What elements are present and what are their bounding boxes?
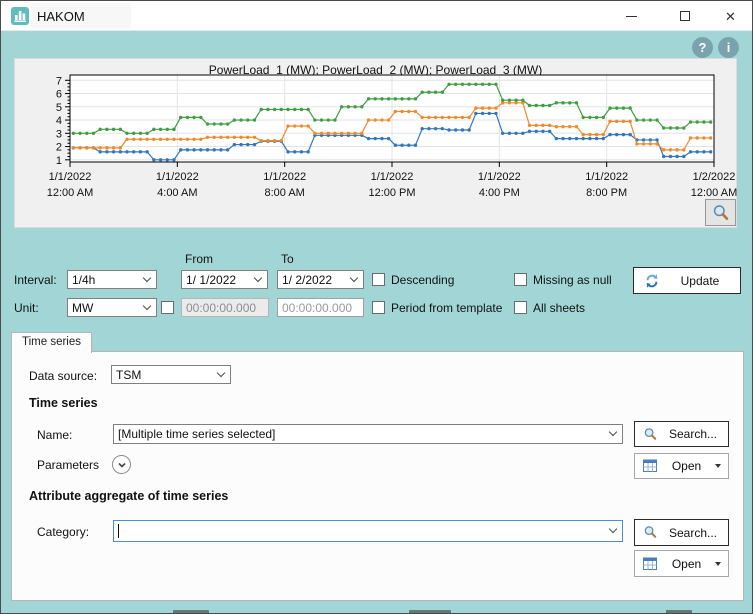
- refresh-arrows-icon: [644, 273, 660, 289]
- window-title: HAKOM: [37, 9, 85, 24]
- chart-panel: PowerLoad_1 (MW); PowerLoad_2 (MW); Powe…: [14, 58, 737, 228]
- chevron-down-icon: [609, 428, 617, 436]
- period-from-template-checkbox[interactable]: [372, 301, 385, 314]
- time-to-input[interactable]: 00:00:00.000: [277, 298, 364, 317]
- chevron-down-icon: [254, 273, 262, 281]
- time-enable-checkbox[interactable]: [161, 301, 174, 314]
- category-label: Category:: [37, 525, 89, 539]
- svg-text:12:00 AM: 12:00 AM: [47, 187, 93, 199]
- descending-checkbox[interactable]: [372, 273, 385, 286]
- interval-select[interactable]: 1/4h: [67, 270, 157, 289]
- svg-text:12:00 PM: 12:00 PM: [368, 187, 415, 199]
- svg-text:1: 1: [56, 155, 62, 167]
- data-source-select[interactable]: TSM: [111, 365, 231, 384]
- unit-select[interactable]: MW: [67, 298, 157, 317]
- category-open-button[interactable]: Open: [634, 550, 729, 577]
- to-label: To: [281, 252, 294, 266]
- period-from-template-label: Period from template: [391, 301, 502, 315]
- svg-text:6: 6: [56, 89, 62, 101]
- from-label: From: [185, 252, 213, 266]
- name-label: Name:: [37, 428, 72, 442]
- svg-text:4:00 AM: 4:00 AM: [157, 187, 197, 199]
- svg-text:4: 4: [56, 115, 62, 127]
- close-icon: ✕: [725, 10, 736, 23]
- magnifier-icon: [712, 204, 730, 222]
- info-button[interactable]: i: [718, 37, 739, 58]
- info-icon: i: [727, 41, 731, 54]
- table-grid-icon: [643, 459, 658, 473]
- table-grid-icon: [643, 557, 658, 571]
- maximize-button[interactable]: [662, 1, 707, 31]
- missing-as-null-checkbox[interactable]: [514, 273, 527, 286]
- tab-time-series[interactable]: Time series: [11, 332, 92, 353]
- svg-text:1/1/2022: 1/1/2022: [478, 171, 521, 183]
- minimize-button[interactable]: [609, 1, 654, 31]
- svg-text:8:00 AM: 8:00 AM: [264, 187, 304, 199]
- name-open-button[interactable]: Open: [634, 453, 729, 479]
- svg-text:4:00 PM: 4:00 PM: [479, 187, 520, 199]
- svg-text:1/1/2022: 1/1/2022: [49, 171, 92, 183]
- title-bar: HAKOM ✕: [1, 1, 752, 31]
- clipped-text-fragment: [409, 610, 451, 614]
- dropdown-arrow-icon: [715, 562, 721, 566]
- category-combobox[interactable]: [113, 520, 623, 542]
- svg-text:12:00 AM: 12:00 AM: [691, 187, 737, 199]
- clipped-text-fragment: [666, 610, 692, 614]
- missing-as-null-label: Missing as null: [533, 273, 612, 287]
- app-window: HAKOM ✕ ? i PowerLoad_1 (MW); PowerLoad_…: [0, 0, 753, 614]
- magnifier-icon: [643, 525, 658, 540]
- svg-text:1/1/2022: 1/1/2022: [371, 171, 414, 183]
- svg-text:2: 2: [56, 142, 62, 154]
- svg-text:1/2/2022: 1/2/2022: [693, 171, 736, 183]
- bar-chart-icon: [11, 7, 29, 25]
- close-button[interactable]: ✕: [708, 1, 753, 31]
- svg-text:1/1/2022: 1/1/2022: [263, 171, 306, 183]
- chevron-down-icon: [350, 273, 358, 281]
- descending-label: Descending: [391, 273, 454, 287]
- svg-text:3: 3: [56, 128, 62, 140]
- clipped-text-fragment: [173, 610, 209, 614]
- unit-label: Unit:: [14, 301, 39, 315]
- from-date-picker[interactable]: 1/ 1/2022: [181, 270, 268, 289]
- magnifier-icon: [643, 427, 658, 442]
- maximize-icon: [680, 11, 690, 21]
- help-icon: ?: [699, 41, 707, 54]
- help-button[interactable]: ?: [692, 37, 713, 58]
- chart-zoom-button[interactable]: [705, 199, 736, 226]
- category-search-button[interactable]: Search...: [634, 519, 729, 546]
- svg-text:7: 7: [56, 75, 62, 87]
- parameters-expander-button[interactable]: [112, 455, 131, 474]
- data-source-label: Data source:: [29, 369, 97, 383]
- time-series-heading: Time series: [29, 396, 98, 410]
- svg-text:1/1/2022: 1/1/2022: [585, 171, 628, 183]
- text-caret: [118, 524, 119, 538]
- chevron-down-icon: [143, 273, 151, 281]
- name-search-button[interactable]: Search...: [634, 421, 729, 447]
- chevron-down-icon: [217, 368, 225, 376]
- svg-text:8:00 PM: 8:00 PM: [586, 187, 627, 199]
- all-sheets-label: All sheets: [533, 301, 585, 315]
- svg-text:1/1/2022: 1/1/2022: [156, 171, 199, 183]
- update-button[interactable]: Update: [633, 267, 741, 294]
- attribute-aggregate-heading: Attribute aggregate of time series: [29, 489, 228, 503]
- to-date-picker[interactable]: 1/ 2/2022: [277, 270, 364, 289]
- name-combobox[interactable]: [Multiple time series selected]: [113, 424, 623, 444]
- chevron-down-icon: [609, 525, 617, 533]
- svg-text:5: 5: [56, 102, 62, 114]
- interval-label: Interval:: [14, 273, 57, 287]
- minimize-icon: [626, 16, 637, 17]
- chevron-down-circle-icon: [117, 460, 127, 470]
- time-series-chart: 12 3456 7 1/1/2022 12:00 AM 1/1/2022 4:00 AM 1/…: [15, 59, 738, 229]
- parameters-label: Parameters: [37, 458, 99, 472]
- time-from-input: 00:00:00.000: [181, 298, 269, 317]
- dropdown-arrow-icon: [715, 464, 721, 468]
- all-sheets-checkbox[interactable]: [514, 301, 527, 314]
- chevron-down-icon: [143, 301, 151, 309]
